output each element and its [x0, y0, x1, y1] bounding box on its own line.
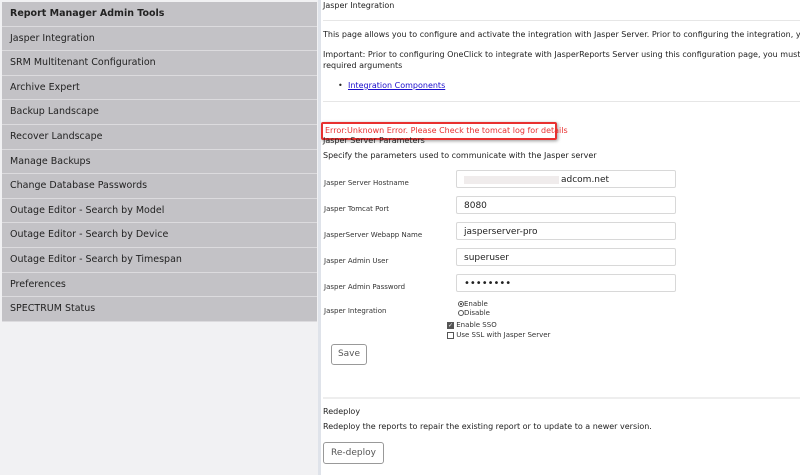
sidebar-menu: Report Manager Admin Tools Jasper Integr… — [2, 2, 317, 322]
use-ssl-checkbox[interactable]: Use SSL with Jasper Server — [447, 331, 550, 339]
bullet: • — [338, 81, 343, 90]
enable-sso-label: Enable SSO — [456, 321, 497, 329]
disable-radio-label: Disable — [464, 309, 490, 317]
admin-user-label: Jasper Admin User — [324, 257, 389, 265]
sidebar-item-archive-expert[interactable]: Archive Expert — [2, 75, 317, 101]
redacted-text — [464, 175, 559, 184]
main-content: Jasper Integration This page allows you … — [318, 0, 800, 475]
admin-user-input[interactable]: superuser — [456, 248, 676, 266]
radio-unchecked-icon[interactable] — [458, 310, 464, 316]
enable-radio-label: Enable — [464, 300, 488, 308]
page-title: Jasper Integration — [323, 1, 395, 10]
enable-sso-checkbox[interactable]: ✓ Enable SSO — [447, 321, 497, 329]
webapp-label: JasperServer Webapp Name — [324, 231, 423, 239]
sidebar-item-outage-by-timespan[interactable]: Outage Editor - Search by Timespan — [2, 247, 317, 273]
important-text-cont: required arguments — [323, 61, 403, 70]
integration-components-link[interactable]: Integration Components — [348, 81, 445, 90]
divider — [323, 101, 800, 102]
port-label: Jasper Tomcat Port — [324, 205, 390, 213]
sidebar-item-manage-backups[interactable]: Manage Backups — [2, 149, 317, 175]
params-heading: Jasper Server Parameters — [323, 136, 425, 145]
sidebar-item-srm-multitenant[interactable]: SRM Multitenant Configuration — [2, 51, 317, 76]
params-description: Specify the parameters used to communica… — [323, 151, 597, 160]
hostname-label: Jasper Server Hostname — [324, 179, 409, 187]
divider — [323, 20, 800, 21]
enable-radio[interactable]: Enable — [458, 300, 488, 308]
redeploy-button[interactable]: Re-deploy — [323, 442, 384, 464]
hostname-input[interactable]: adcom.net — [456, 170, 676, 188]
radio-checked-icon[interactable] — [458, 301, 464, 307]
redeploy-heading: Redeploy — [323, 407, 361, 416]
sidebar-item-jasper-integration[interactable]: Jasper Integration — [2, 26, 317, 52]
hostname-value: adcom.net — [561, 175, 610, 185]
sidebar-item-preferences[interactable]: Preferences — [2, 272, 317, 298]
admin-password-label: Jasper Admin Password — [324, 283, 406, 291]
webapp-input[interactable]: jasperserver-pro — [456, 222, 676, 240]
intro-text: This page allows you to configure and ac… — [323, 30, 800, 39]
checkbox-checked-icon[interactable]: ✓ — [447, 321, 454, 329]
use-ssl-label: Use SSL with Jasper Server — [456, 331, 551, 339]
sidebar-title: Report Manager Admin Tools — [2, 2, 317, 27]
disable-radio[interactable]: Disable — [458, 309, 490, 317]
important-text: Important: Prior to configuring OneClick… — [323, 50, 800, 59]
redeploy-description: Redeploy the reports to repair the exist… — [323, 422, 652, 431]
sidebar-item-change-db-passwords[interactable]: Change Database Passwords — [2, 174, 317, 199]
sidebar-item-outage-by-model[interactable]: Outage Editor - Search by Model — [2, 198, 317, 224]
sidebar-item-backup-landscape[interactable]: Backup Landscape — [2, 100, 317, 125]
sidebar-item-outage-by-device[interactable]: Outage Editor - Search by Device — [2, 223, 317, 248]
checkbox-unchecked-icon[interactable] — [447, 331, 454, 339]
port-input[interactable]: 8080 — [456, 196, 676, 214]
sidebar-item-spectrum-status[interactable]: SPECTRUM Status — [2, 297, 317, 322]
sidebar: Report Manager Admin Tools Jasper Integr… — [0, 0, 318, 475]
divider — [323, 397, 800, 399]
admin-password-input[interactable]: •••••••• — [456, 274, 676, 292]
integration-label: Jasper Integration — [324, 307, 387, 315]
save-button[interactable]: Save — [331, 344, 367, 365]
sidebar-item-recover-landscape[interactable]: Recover Landscape — [2, 124, 317, 150]
